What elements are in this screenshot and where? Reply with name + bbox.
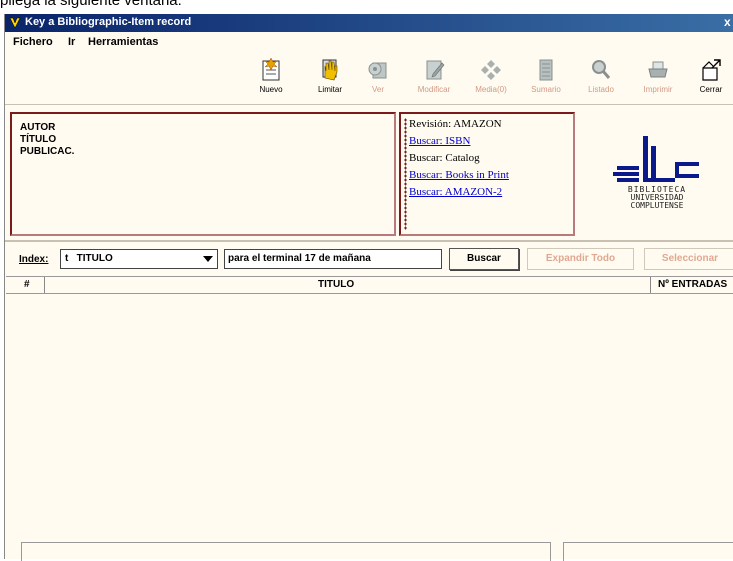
toolbar-listado-button[interactable]: Listado bbox=[579, 58, 623, 104]
close-box-icon bbox=[702, 59, 721, 81]
menu-herramientas[interactable]: Herramientas bbox=[88, 36, 158, 48]
index-select[interactable]: t TITULO bbox=[60, 249, 218, 269]
new-record-icon bbox=[262, 58, 280, 81]
toolbar-modificar-button[interactable]: Modificar bbox=[412, 58, 456, 104]
toolbar-modificar-label: Modificar bbox=[417, 85, 451, 94]
search-input-value: para el terminal 17 de mañana bbox=[228, 253, 371, 264]
status-field-secondary bbox=[563, 542, 733, 561]
toolbar-imprimir-button[interactable]: Imprimir bbox=[636, 58, 680, 104]
limit-hand-icon bbox=[322, 59, 338, 81]
links-panel: Revisión: AMAZON Buscar: ISBN Buscar: Ca… bbox=[399, 112, 575, 236]
magnifier-icon bbox=[592, 60, 611, 79]
menu-fichero[interactable]: Fichero bbox=[13, 36, 53, 48]
toolbar-sumario-label: Sumario bbox=[531, 85, 561, 94]
results-table: # TITULO Nº ENTRADAS bbox=[6, 276, 733, 530]
field-publicac-label: PUBLICAC. bbox=[20, 146, 75, 157]
field-autor-label: AUTOR bbox=[20, 122, 56, 133]
toolbar-media-button[interactable]: Media(0) bbox=[469, 58, 513, 104]
toolbar-media-label: Media(0) bbox=[475, 85, 507, 94]
revision-amazon-text: Revisión: AMAZON bbox=[409, 118, 502, 130]
media-icon bbox=[481, 60, 501, 80]
application-window: Key a Bibliographic-Item record x Ficher… bbox=[4, 14, 733, 561]
toolbar-nuevo-label: Nuevo bbox=[259, 85, 283, 94]
menu-ir[interactable]: Ir bbox=[68, 36, 75, 48]
window-close-button[interactable]: x bbox=[724, 15, 733, 31]
view-icon bbox=[368, 62, 387, 79]
panel-resize-handle[interactable] bbox=[404, 118, 407, 230]
buscar-isbn-link[interactable]: Buscar: ISBN bbox=[409, 135, 470, 147]
toolbar-nuevo-button[interactable]: Nuevo bbox=[249, 58, 293, 104]
column-separator[interactable] bbox=[44, 277, 45, 293]
record-fields-panel: AUTOR TÍTULO PUBLICAC. bbox=[10, 112, 396, 236]
column-separator[interactable] bbox=[650, 277, 651, 293]
biblioteca-complutense-logo: BIBLIOTECA UNIVERSIDAD COMPLUTENSE bbox=[613, 136, 699, 210]
title-bar[interactable]: Key a Bibliographic-Item record x bbox=[5, 14, 733, 32]
column-header-entradas[interactable]: Nº ENTRADAS bbox=[658, 279, 727, 290]
buscar-books-in-print-link[interactable]: Buscar: Books in Print bbox=[409, 169, 509, 181]
menu-bar: Fichero Ir Herramientas bbox=[5, 32, 733, 52]
modify-icon bbox=[426, 60, 445, 80]
section-divider bbox=[5, 240, 733, 242]
logo-line-3: COMPLUTENSE bbox=[631, 201, 684, 210]
toolbar-limitar-button[interactable]: Limitar bbox=[308, 58, 352, 104]
results-table-header: # TITULO Nº ENTRADAS bbox=[6, 277, 733, 294]
toolbar-cerrar-button[interactable]: Cerrar bbox=[689, 58, 733, 104]
field-titulo-label: TÍTULO bbox=[20, 134, 57, 145]
search-row: Index: t TITULO para el terminal 17 de m… bbox=[5, 246, 733, 272]
index-select-value: t TITULO bbox=[65, 253, 113, 264]
toolbar-ver-button[interactable]: Ver bbox=[356, 58, 400, 104]
toolbar-imprimir-label: Imprimir bbox=[643, 85, 673, 94]
buscar-button[interactable]: Buscar bbox=[449, 248, 519, 270]
toolbar-sumario-button[interactable]: Sumario bbox=[524, 58, 568, 104]
document-text: pliega la siguiente ventana: bbox=[0, 0, 182, 9]
buscar-amazon-2-link[interactable]: Buscar: AMAZON-2 bbox=[409, 186, 502, 198]
search-input[interactable]: para el terminal 17 de mañana bbox=[224, 249, 442, 269]
column-header-titulo[interactable]: TITULO bbox=[318, 279, 354, 290]
status-bar bbox=[5, 531, 733, 561]
toolbar-limitar-label: Limitar bbox=[317, 85, 342, 94]
summary-icon bbox=[539, 59, 553, 81]
expandir-todo-button[interactable]: Expandir Todo bbox=[527, 248, 634, 270]
printer-icon bbox=[648, 61, 668, 78]
toolbar-ver-label: Ver bbox=[371, 85, 384, 94]
buscar-catalog-text: Buscar: Catalog bbox=[409, 152, 480, 164]
chevron-down-icon[interactable] bbox=[203, 256, 213, 262]
app-icon bbox=[9, 17, 21, 29]
window-title: Key a Bibliographic-Item record bbox=[25, 16, 192, 28]
status-field-main bbox=[21, 542, 551, 561]
toolbar-listado-label: Listado bbox=[588, 85, 614, 94]
index-label: Index: bbox=[19, 254, 49, 265]
column-header-number[interactable]: # bbox=[24, 279, 30, 290]
toolbar-cerrar-label: Cerrar bbox=[699, 85, 723, 94]
seleccionar-button[interactable]: Seleccionar bbox=[644, 248, 733, 270]
toolbar: Nuevo Limitar Ver Modificar Media(0) Sum… bbox=[5, 52, 733, 105]
